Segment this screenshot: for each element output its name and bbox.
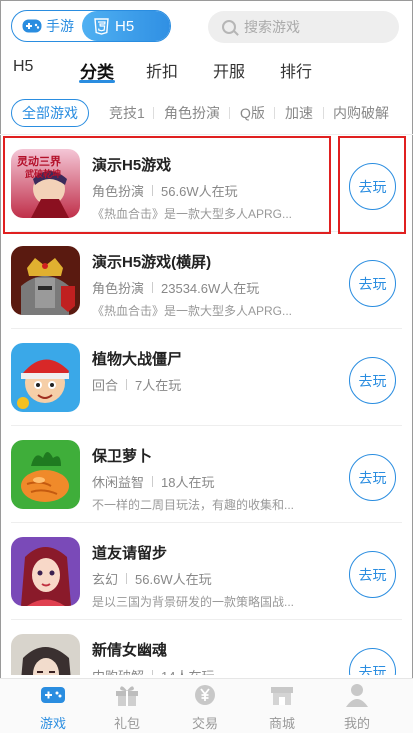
shop-icon [271,687,293,705]
tab-server-open[interactable]: 开服 [213,58,245,82]
play-button[interactable]: 去玩 [349,648,396,675]
game-name: 道友请留步 [92,545,168,562]
game-row[interactable]: 新倩女幽魂 内购破解 14人在玩 去玩 [0,620,413,675]
nav-label: 礼包 [113,716,140,731]
category-filter-bar: 全部游戏 竞技1 角色扮演 Q版 加速 内购破解 [0,99,413,129]
divider [152,670,154,675]
platform-switch[interactable]: 手游 H5 [11,10,171,42]
html5-icon [94,17,109,35]
game-description: 《热血合击》是一款大型多人APRG... [92,304,293,318]
game-meta: 休闲益智 18人在玩 [92,472,214,491]
user-icon [346,684,368,707]
divider [152,476,154,487]
active-tab-indicator [79,80,115,83]
game-genre: 休闲益智 [92,475,145,490]
play-button[interactable]: 去玩 [349,454,396,501]
game-genre: 玄幻 [92,572,119,587]
game-name: 保卫萝卜 [92,448,153,465]
tab-ranking[interactable]: 排行 [280,58,312,82]
search-placeholder: 搜索游戏 [244,19,300,35]
game-meta: 角色扮演 23534.6W人在玩 [92,278,259,297]
game-row[interactable]: 植物大战僵尸 回合 7人在玩 去玩 [0,329,413,426]
switch-mobile-games[interactable]: 手游 [12,11,86,41]
divider [126,573,128,584]
game-icon-cartoon-boy [11,343,80,412]
highlight-box-play-button [338,136,406,234]
chip-divider [274,107,275,119]
game-meta: 回合 7人在玩 [92,375,181,394]
tab-discount[interactable]: 折扣 [146,58,178,82]
game-players: 18人在玩 [161,475,215,490]
chip-divider [229,107,230,119]
divider [126,379,128,390]
game-icon-ghost [11,634,80,675]
game-meta: 玄幻 56.6W人在玩 [92,569,212,588]
game-players: 23534.6W人在玩 [161,281,260,296]
play-button[interactable]: 去玩 [349,357,396,404]
game-name: 植物大战僵尸 [92,351,183,368]
yen-icon [195,685,215,705]
game-meta: 内购破解 14人在玩 [92,666,214,675]
game-icon-fairy [11,537,80,606]
game-players: 7人在玩 [135,378,182,393]
divider [152,282,154,293]
top-bar: 手游 H5 搜索游戏 [0,0,413,54]
tab-h5[interactable]: H5 [13,58,33,76]
category-chip-all[interactable]: 全部游戏 [11,99,89,127]
nav-trade[interactable]: 交易 [175,683,235,732]
game-row[interactable]: 演示H5游戏(横屏) 角色扮演 23534.6W人在玩 《热血合击》是一款大型多… [0,232,413,329]
game-description: 不一样的二周目玩法，有趣的收集和... [92,498,295,512]
gamepad-icon [41,687,65,703]
nav-label: 交易 [191,716,218,731]
main-tabs: H5 分类 折扣 开服 排行 [0,56,413,86]
game-players: 56.6W人在玩 [135,572,212,587]
nav-label: 我的 [343,716,370,731]
switch-h5-games[interactable]: H5 [82,11,170,41]
game-genre: 内购破解 [92,666,144,675]
search-input[interactable]: 搜索游戏 [208,11,399,43]
chip-divider [153,107,154,119]
nav-label: 商城 [268,716,295,731]
category-chip-speedup[interactable]: 加速 [285,99,313,127]
gift-icon [116,686,138,706]
game-name: 演示H5游戏(横屏) [92,254,212,271]
chip-divider [323,107,324,119]
category-chip-qversion[interactable]: Q版 [240,99,265,127]
play-button[interactable]: 去玩 [349,260,396,307]
game-icon-knight [11,246,80,315]
search-icon [222,20,236,34]
game-row[interactable]: 保卫萝卜 休闲益智 18人在玩 不一样的二周目玩法，有趣的收集和... 去玩 [0,426,413,523]
game-icon-carrot [11,440,80,509]
nav-label: 游戏 [39,716,66,731]
game-row[interactable]: 道友请留步 玄幻 56.6W人在玩 是以三国为背景研发的一款策略国战... 去玩 [0,523,413,620]
game-genre: 回合 [92,378,119,393]
game-description: 是以三国为背景研发的一款策略国战... [92,595,295,609]
game-players: 14人在玩 [161,666,214,675]
category-chip-competitive[interactable]: 竞技1 [109,99,145,127]
nav-profile[interactable]: 我的 [327,683,387,732]
nav-shop[interactable]: 商城 [252,683,312,732]
category-chip-rpg[interactable]: 角色扮演 [164,99,220,127]
category-chip-cracked[interactable]: 内购破解 [333,99,389,127]
play-button[interactable]: 去玩 [349,551,396,598]
switch-right-label: H5 [115,17,135,35]
nav-gifts[interactable]: 礼包 [97,683,157,732]
gamepad-icon [22,19,42,33]
highlight-box-game-info [3,136,331,234]
switch-left-label: 手游 [46,18,74,34]
bottom-nav: 游戏 礼包 交易 商城 我的 [0,678,413,733]
game-genre: 角色扮演 [92,281,145,296]
game-name: 新倩女幽魂 [92,642,168,659]
nav-games[interactable]: 游戏 [23,683,83,732]
